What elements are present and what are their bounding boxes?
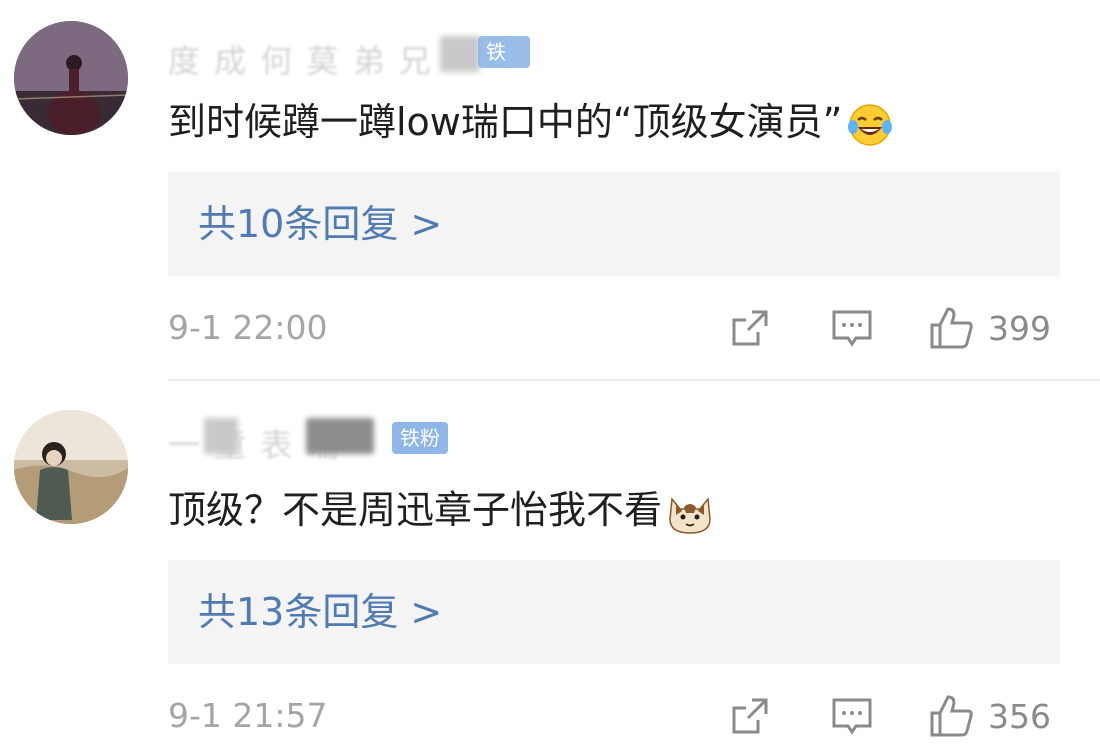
comment-item: 一 童 表 瑞 铁粉 顶级？不是周迅章子怡我不看 共13条回复 > 9-1 21… [0,380,1100,755]
like-button[interactable]: 356 [928,692,1051,740]
comment-text-content: 顶级？不是周迅章子怡我不看 [168,488,663,532]
blur-mask [306,418,374,454]
fan-badge: 铁粉 [392,422,448,454]
comment-text-content: 到时候蹲一蹲low瑞口中的“顶级女演员” [168,100,843,144]
comment-item: 度 成 何 莫 弟 兄 铁粉 到时候蹲一蹲low瑞口中的“顶级女演员” 共10条… [0,0,1100,380]
comment-footer: 9-1 21:57 356 [168,692,1060,740]
share-icon [732,698,768,734]
share-icon [732,310,768,346]
replies-box[interactable]: 共13条回复 > [168,560,1060,664]
comment-text: 顶级？不是周迅章子怡我不看 [168,486,714,537]
share-button[interactable] [728,692,772,740]
blur-mask [204,418,238,454]
comment-icon [832,698,872,735]
like-button[interactable]: 399 [928,304,1051,352]
avatar-image [14,21,128,135]
avatar-image [14,410,128,524]
like-count: 399 [988,308,1051,348]
share-button[interactable] [728,304,772,352]
reply-button[interactable] [830,692,874,740]
view-replies-link[interactable]: 共13条回复 > [198,588,442,636]
avatar[interactable] [14,21,128,135]
replies-box[interactable]: 共10条回复 > [168,172,1060,276]
laughing-tears-emoji-icon [848,103,893,146]
view-replies-link[interactable]: 共10条回复 > [198,200,442,248]
reply-button[interactable] [830,304,874,352]
username[interactable]: 度 成 何 莫 弟 兄 [168,36,433,80]
comment-text: 到时候蹲一蹲low瑞口中的“顶级女演员” [168,98,894,149]
comment-time: 9-1 21:57 [168,696,328,735]
blur-mask [440,36,480,72]
comment-time: 9-1 22:00 [168,308,328,347]
like-count: 356 [988,696,1051,736]
comment-footer: 9-1 22:00 399 [168,304,1060,352]
thumbs-up-icon [930,695,973,737]
avatar[interactable] [14,410,128,524]
fan-badge: 铁粉 [478,36,530,96]
cat-face-emoji-icon [669,496,711,534]
thumbs-up-icon [930,307,973,349]
comment-icon [832,310,872,347]
